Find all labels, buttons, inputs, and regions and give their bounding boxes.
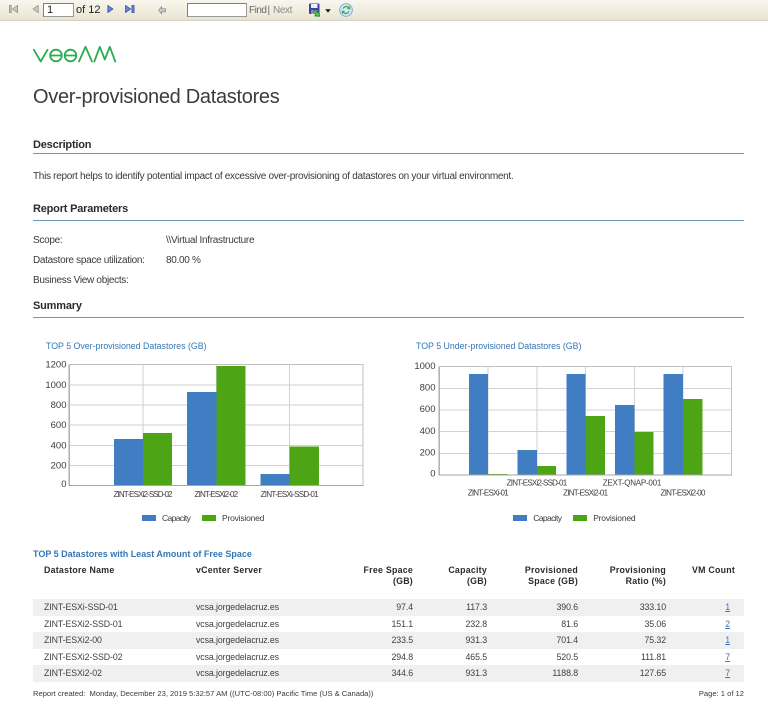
svg-text:600: 600 <box>51 420 67 431</box>
svg-text:ZINT-ESXi2-SSD-02: ZINT-ESXi2-SSD-02 <box>114 490 174 499</box>
svg-text:800: 800 <box>51 400 67 411</box>
svg-text:ZINT-ESXi2-01: ZINT-ESXi2-01 <box>563 489 608 498</box>
svg-text:600: 600 <box>420 404 436 415</box>
svg-text:800: 800 <box>420 383 436 394</box>
svg-text:1200: 1200 <box>45 360 66 371</box>
svg-text:400: 400 <box>420 426 436 437</box>
svg-text:1000: 1000 <box>414 361 435 372</box>
svg-text:0: 0 <box>61 479 66 490</box>
svg-text:400: 400 <box>51 440 67 451</box>
svg-text:200: 200 <box>51 461 67 472</box>
svg-text:1000: 1000 <box>45 380 66 391</box>
svg-text:ZINT-ESXi2-02: ZINT-ESXi2-02 <box>195 490 239 499</box>
svg-text:200: 200 <box>420 448 436 459</box>
svg-text:ZINT-ESXi2-SSD-01: ZINT-ESXi2-SSD-01 <box>507 479 568 488</box>
svg-text:ZINT-ESXi-SSD-01: ZINT-ESXi-SSD-01 <box>261 490 320 499</box>
svg-text:ZEXT-QNAP-001: ZEXT-QNAP-001 <box>603 479 662 488</box>
svg-text:0: 0 <box>430 468 435 479</box>
svg-text:ZINT-ESXi-01: ZINT-ESXi-01 <box>468 489 510 498</box>
svg-text:ZINT-ESXi2-00: ZINT-ESXi2-00 <box>661 489 706 498</box>
